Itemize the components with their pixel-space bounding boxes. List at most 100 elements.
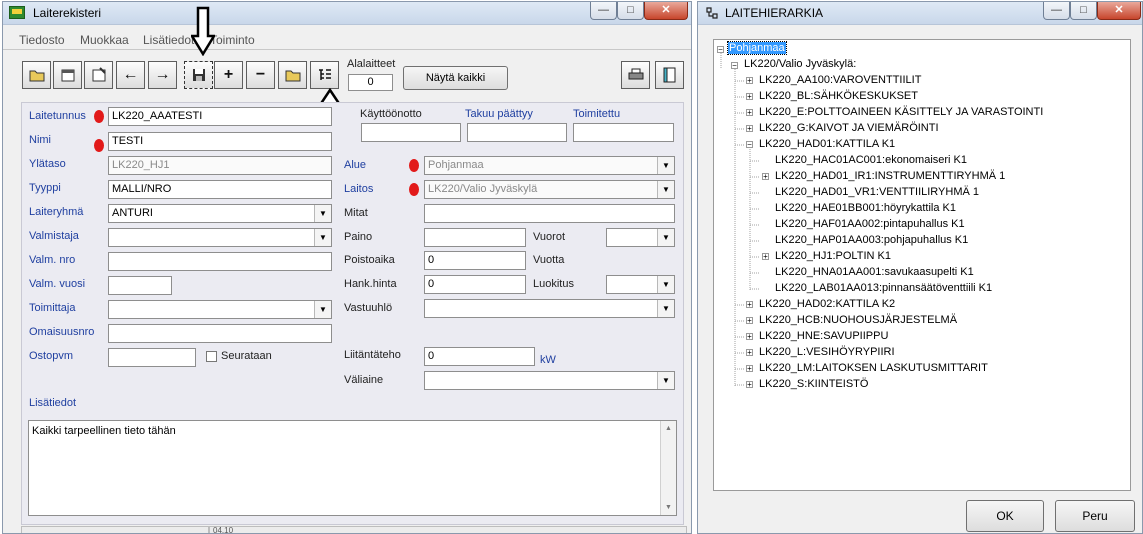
laitos-select[interactable]: LK220/Valio Jyväskylä ▼ xyxy=(424,180,675,199)
dropdown-arrow-icon[interactable]: ▼ xyxy=(657,372,674,389)
tree-node[interactable]: LK220_HAD01:KATTILA K1 xyxy=(759,138,895,150)
menu-lisatiedot[interactable]: Lisätiedot xyxy=(143,33,194,47)
valiaine-select[interactable]: ▼ xyxy=(424,371,675,390)
tree-expand-icon[interactable]: + xyxy=(746,301,753,309)
next-button[interactable]: → xyxy=(148,61,177,89)
save-button[interactable] xyxy=(184,61,213,89)
dropdown-arrow-icon[interactable]: ▼ xyxy=(657,181,674,198)
previous-button[interactable]: ← xyxy=(116,61,145,89)
nimi-field[interactable]: TESTI xyxy=(108,132,332,151)
cancel-button[interactable]: Peru xyxy=(1055,500,1135,532)
tree-node[interactable]: LK220_LAB01AA013:pinnansäätöventtiili K1 xyxy=(775,282,992,294)
tree-node[interactable]: LK220_HAD01_IR1:INSTRUMENTTIRYHMÄ 1 xyxy=(775,170,1005,182)
tree-expand-icon[interactable]: + xyxy=(746,349,753,357)
maximize-button[interactable]: □ xyxy=(617,2,644,20)
tyyppi-field[interactable]: MALLI/NRO xyxy=(108,180,332,199)
tree-node[interactable]: LK220_L:VESIHÖYRYPIIRI xyxy=(759,346,895,358)
main-titlebar[interactable]: Laiterekisteri — □ ✕ xyxy=(3,2,691,25)
seurataan-checkbox[interactable] xyxy=(206,351,217,362)
ok-button[interactable]: OK xyxy=(966,500,1044,532)
poistoaika-field[interactable]: 0 xyxy=(424,251,526,270)
liitantateho-field[interactable]: 0 xyxy=(424,347,535,366)
add-button[interactable]: + xyxy=(214,61,243,89)
tree-node[interactable]: LK220_HAD01_VR1:VENTTIILIRYHMÄ 1 xyxy=(775,186,979,198)
tree-node[interactable]: LK220_HAP01AA003:pohjapuhallus K1 xyxy=(775,234,968,246)
ostopvm-field[interactable] xyxy=(108,348,196,367)
tree-node[interactable]: LK220_S:KIINTEISTÖ xyxy=(759,378,868,390)
tree-node[interactable]: LK220_E:POLTTOAINEEN KÄSITTELY JA VARAST… xyxy=(759,106,1043,118)
tree-collapse-icon[interactable]: − xyxy=(717,46,724,54)
browse-folder-button[interactable] xyxy=(278,61,307,89)
hierarchy-titlebar[interactable]: LAITEHIERARKIA — □ ✕ xyxy=(698,2,1142,25)
scroll-up-icon[interactable]: ▲ xyxy=(661,421,676,436)
tree-expand-icon[interactable]: + xyxy=(746,381,753,389)
tree-expand-icon[interactable]: + xyxy=(762,173,769,181)
toimitettu-field[interactable] xyxy=(573,123,674,142)
dropdown-arrow-icon[interactable]: ▼ xyxy=(314,205,331,222)
hierarchy-close-button[interactable]: ✕ xyxy=(1097,2,1141,20)
menu-tiedosto[interactable]: Tiedosto xyxy=(19,33,65,47)
tree-expand-icon[interactable]: + xyxy=(762,253,769,261)
show-all-button[interactable]: Näytä kaikki xyxy=(403,66,508,90)
open-folder-button[interactable] xyxy=(22,61,51,89)
alue-select[interactable]: Pohjanmaa ▼ xyxy=(424,156,675,175)
tree-node[interactable]: LK220_HJ1:POLTIN K1 xyxy=(775,250,891,262)
tree-node[interactable]: LK220_HAC01AC001:ekonomaiseri K1 xyxy=(775,154,967,166)
dropdown-arrow-icon[interactable]: ▼ xyxy=(314,229,331,246)
menu-toiminto[interactable]: Toiminto xyxy=(210,33,255,47)
tree-node-site[interactable]: LK220/Valio Jyväskylä: xyxy=(744,58,856,70)
mitat-field[interactable] xyxy=(424,204,675,223)
lisatiedot-textarea[interactable]: Kaikki tarpeellinen tieto tähän ▲ ▼ xyxy=(28,420,677,516)
omaisuusnro-field[interactable] xyxy=(108,324,332,343)
tree-collapse-icon[interactable]: − xyxy=(746,141,753,149)
paino-field[interactable] xyxy=(424,228,526,247)
properties-button[interactable] xyxy=(53,61,82,89)
edit-properties-button[interactable] xyxy=(84,61,113,89)
tree-node[interactable]: LK220_LM:LAITOKSEN LASKUTUSMITTARIT xyxy=(759,362,988,374)
remove-button[interactable]: − xyxy=(246,61,275,89)
tree-collapse-icon[interactable]: − xyxy=(731,62,738,70)
tree-node[interactable]: LK220_AA100:VAROVENTTIILIT xyxy=(759,74,921,86)
tree-expand-icon[interactable]: + xyxy=(746,333,753,341)
tree-expand-icon[interactable]: + xyxy=(746,365,753,373)
valmistaja-select[interactable]: ▼ xyxy=(108,228,332,247)
textarea-scrollbar[interactable]: ▲ ▼ xyxy=(660,421,676,515)
tree-node[interactable]: LK220_HCB:NUOHOUSJÄRJESTELMÄ xyxy=(759,314,957,326)
dropdown-arrow-icon[interactable]: ▼ xyxy=(657,300,674,317)
tree-node[interactable]: LK220_HAE01BB001:höyrykattila K1 xyxy=(775,202,956,214)
valm-nro-field[interactable] xyxy=(108,252,332,271)
menu-muokkaa[interactable]: Muokkaa xyxy=(80,33,129,47)
tree-expand-icon[interactable]: + xyxy=(746,125,753,133)
hierarchy-button[interactable] xyxy=(310,61,339,89)
tree-node-root[interactable]: Pohjanmaa xyxy=(727,41,787,55)
laiteryhma-select[interactable]: ANTURI ▼ xyxy=(108,204,332,223)
scroll-down-icon[interactable]: ▼ xyxy=(661,500,676,515)
laitetunnus-field[interactable]: LK220_AAATESTI xyxy=(108,107,332,126)
tree-node[interactable]: LK220_HAF01AA002:pintapuhallus K1 xyxy=(775,218,965,230)
vastuuhlo-select[interactable]: ▼ xyxy=(424,299,675,318)
toimittaja-select[interactable]: ▼ xyxy=(108,300,332,319)
tree-node[interactable]: LK220_HNE:SAVUPIIPPU xyxy=(759,330,888,342)
tree-node[interactable]: LK220_HAD02:KATTILA K2 xyxy=(759,298,895,310)
kayttoonotto-field[interactable] xyxy=(361,123,461,142)
luokitus-select[interactable]: ▼ xyxy=(606,275,675,294)
close-button[interactable]: ✕ xyxy=(644,2,688,20)
exit-button[interactable] xyxy=(655,61,684,89)
tree-node[interactable]: LK220_G:KAIVOT JA VIEMÄRÖINTI xyxy=(759,122,939,134)
dropdown-arrow-icon[interactable]: ▼ xyxy=(657,276,674,293)
hierarchy-minimize-button[interactable]: — xyxy=(1043,2,1070,20)
hierarchy-tree[interactable]: − Pohjanmaa − LK220/Valio Jyväskylä: + L… xyxy=(713,39,1131,491)
vuorot-select[interactable]: ▼ xyxy=(606,228,675,247)
tree-expand-icon[interactable]: + xyxy=(746,77,753,85)
tree-node[interactable]: LK220_HNA01AA001:savukaasupelti K1 xyxy=(775,266,974,278)
hierarchy-maximize-button[interactable]: □ xyxy=(1070,2,1097,20)
dropdown-arrow-icon[interactable]: ▼ xyxy=(657,157,674,174)
dropdown-arrow-icon[interactable]: ▼ xyxy=(314,301,331,318)
hank-hinta-field[interactable]: 0 xyxy=(424,275,526,294)
tree-node[interactable]: LK220_BL:SÄHKÖKESKUKSET xyxy=(759,90,918,102)
minimize-button[interactable]: — xyxy=(590,2,617,20)
dropdown-arrow-icon[interactable]: ▼ xyxy=(657,229,674,246)
tree-expand-icon[interactable]: + xyxy=(746,317,753,325)
valm-vuosi-field[interactable] xyxy=(108,276,172,295)
tree-expand-icon[interactable]: + xyxy=(746,93,753,101)
